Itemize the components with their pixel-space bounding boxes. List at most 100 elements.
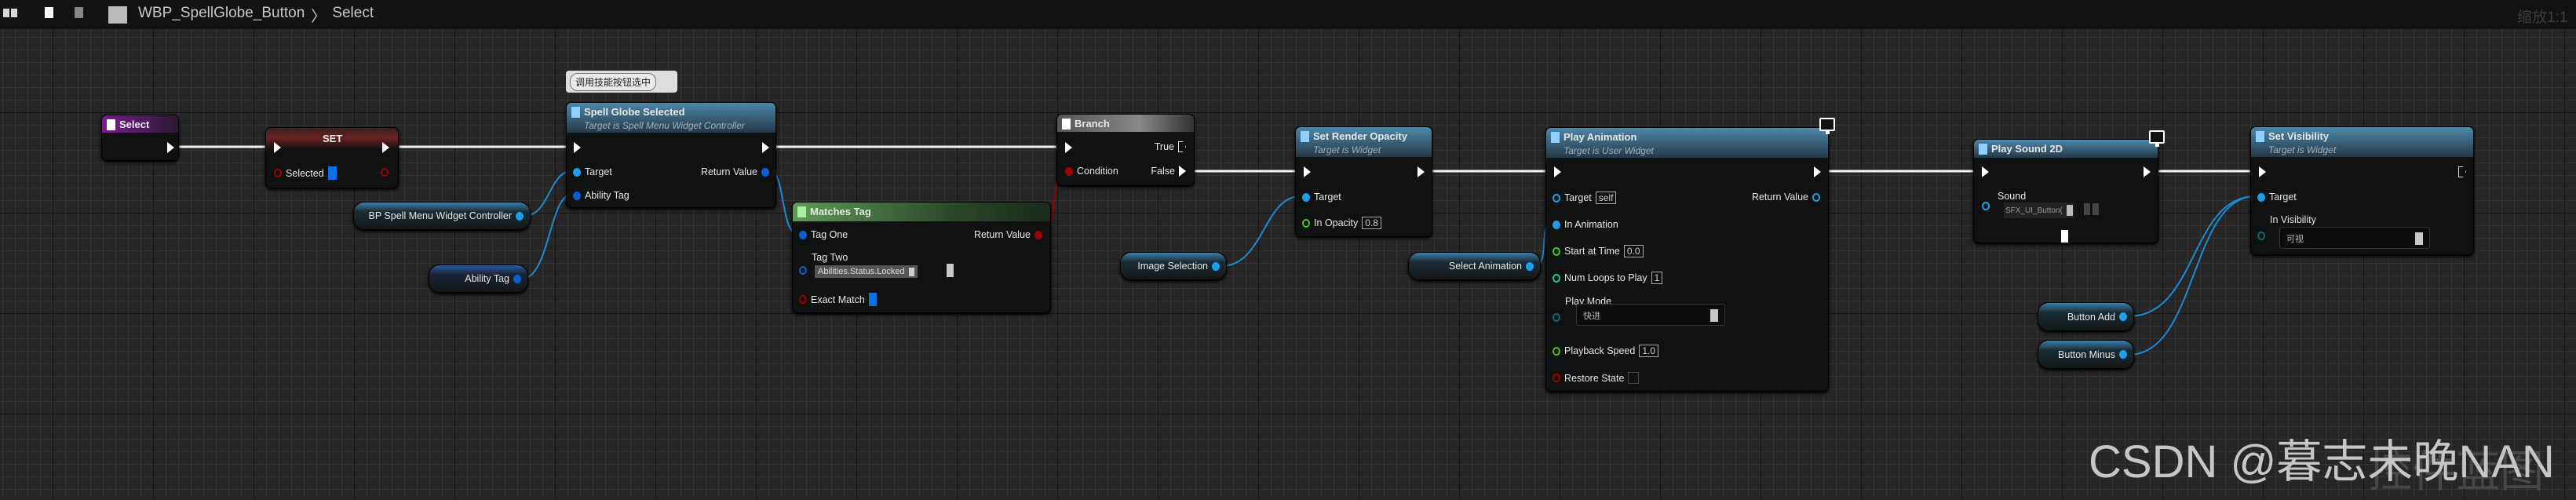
output-pin[interactable] [2119,312,2127,321]
breadcrumb-root[interactable]: WBP_SpellGlobe_Button [138,5,305,26]
tag-two-field[interactable]: Abilities.Status.Locked [815,265,918,278]
output-pin[interactable] [513,274,521,283]
set-render-opacity-node[interactable]: Set Render Opacity Target is Widget Targ… [1295,126,1432,237]
exec-in-pin[interactable] [574,142,581,153]
target-pin[interactable] [573,167,581,177]
play-mode-pin[interactable] [1553,313,1560,322]
exec-out-pin[interactable] [167,142,174,153]
output-pin[interactable] [1212,261,1220,271]
matches-tag-node[interactable]: Matches Tag Tag One Return Value Tag Two… [792,202,1051,313]
clear-icon[interactable] [947,264,954,277]
image-selection-getter[interactable]: Image Selection [1120,252,1227,280]
in-visibility-dropdown[interactable]: 可视 [2279,227,2430,249]
start-at-time-input[interactable]: 0.0 [1623,245,1644,257]
in-animation-pin[interactable] [1553,220,1560,229]
tag-one-pin[interactable] [799,230,807,239]
num-loops-input[interactable]: 1 [1651,272,1663,284]
target-pin[interactable] [1302,192,1310,202]
ability-tag-pin[interactable] [573,191,581,200]
exact-match-pin[interactable] [799,295,807,304]
selected-checkbox[interactable] [327,166,337,180]
node-title: Set Visibility [2268,130,2330,142]
bool-out-pin[interactable] [381,168,389,177]
getter-label: Select Animation [1448,261,1522,272]
browse-icon[interactable] [2084,203,2090,215]
return-value-pin[interactable] [1812,192,1820,202]
exec-in-pin[interactable] [1065,142,1072,153]
exec-out-pin[interactable] [382,142,389,153]
set-node[interactable]: SET Selected [265,127,399,188]
tag-two-pin[interactable] [799,266,807,275]
pin-label: Restore State [1564,372,1625,384]
breadcrumb-separator: 〉 [311,9,327,25]
condition-pin[interactable] [1065,166,1073,176]
playback-speed-pin[interactable] [1553,346,1560,356]
advanced-toggle-icon[interactable] [2061,230,2068,243]
true-exec-pin[interactable] [1178,141,1186,152]
exec-in-pin[interactable] [2259,166,2266,177]
ability-tag-getter[interactable]: Ability Tag [429,265,528,293]
exec-in-pin[interactable] [1304,166,1311,177]
comment-bubble[interactable]: 调用技能按钮选中 [566,71,677,93]
play-sound-2d-node[interactable]: Play Sound 2D Sound SFX_UI_Button( [1973,139,2158,243]
layout-icon-2[interactable] [11,9,17,17]
target-input[interactable]: self [1595,192,1617,204]
breadcrumb: WBP_SpellGlobe_Button 〉 Select [138,5,374,26]
sound-pin[interactable] [1982,202,1990,210]
exec-out-pin[interactable] [2144,166,2151,177]
breadcrumb-current: Select [332,5,374,21]
branch-node[interactable]: Branch True Condition False [1056,114,1195,186]
data-wire [1220,195,1301,267]
restore-state-checkbox[interactable] [1628,372,1640,384]
exec-out-pin[interactable] [1418,166,1425,177]
exec-out-pin[interactable] [2458,166,2466,177]
use-selected-icon[interactable] [2093,203,2099,215]
select-animation-getter[interactable]: Select Animation [1408,252,1541,280]
pin-label: Num Loops to Play [1564,272,1647,283]
getter-label: Image Selection [1137,261,1208,272]
exact-match-checkbox[interactable] [868,293,877,306]
output-pin[interactable] [516,211,524,221]
false-exec-pin[interactable] [1179,166,1186,177]
num-loops-pin[interactable] [1553,273,1560,283]
output-pin[interactable] [1526,261,1534,271]
back-icon[interactable] [45,7,53,18]
exec-in-pin[interactable] [1554,166,1561,177]
pin-label: Target [585,166,612,177]
bool-pin[interactable] [274,169,282,177]
layout-icon[interactable] [3,9,9,17]
exec-out-pin[interactable] [1814,166,1821,177]
pin-label: Condition [1077,166,1118,177]
exec-in-pin[interactable] [1982,166,1989,177]
exec-in-pin[interactable] [274,142,281,153]
forward-icon[interactable] [75,7,83,18]
exec-out-pin[interactable] [762,142,769,153]
select-event-node[interactable]: Select [101,115,179,161]
target-pin[interactable] [2257,192,2265,202]
bp-spell-menu-widget-controller-getter[interactable]: BP Spell Menu Widget Controller [353,202,531,230]
pin-label: Tag One [811,229,848,240]
target-pin[interactable] [1553,193,1560,203]
pin-label: In Animation [1564,219,1618,230]
pin-label: True [1154,141,1174,152]
button-minus-getter[interactable]: Button Minus [2038,340,2134,369]
playback-speed-input[interactable]: 1.0 [1639,345,1659,357]
spell-globe-selected-node[interactable]: Spell Globe Selected Target is Spell Men… [566,102,776,208]
in-visibility-pin[interactable] [2257,232,2265,240]
pin-label: In Visibility [2270,214,2316,225]
set-visibility-node[interactable]: Set Visibility Target is Widget Target I… [2250,126,2474,255]
return-value-pin[interactable] [761,167,769,177]
in-opacity-input[interactable]: 0.8 [1362,217,1381,229]
asset-dropdown-icon[interactable] [2066,205,2073,216]
output-pin[interactable] [2119,350,2127,359]
button-add-getter[interactable]: Button Add [2038,302,2134,331]
sound-asset-field[interactable]: SFX_UI_Button( [2004,203,2074,218]
restore-state-pin[interactable] [1553,374,1560,382]
play-mode-dropdown[interactable]: 快进 [1576,304,1725,326]
start-at-time-pin[interactable] [1553,246,1560,256]
play-animation-node[interactable]: Play Animation Target is User Widget Tar… [1545,127,1829,392]
in-opacity-pin[interactable] [1302,218,1310,228]
return-value-pin[interactable] [1034,230,1042,239]
dropdown-icon[interactable] [908,267,914,276]
function-icon [2256,131,2264,142]
